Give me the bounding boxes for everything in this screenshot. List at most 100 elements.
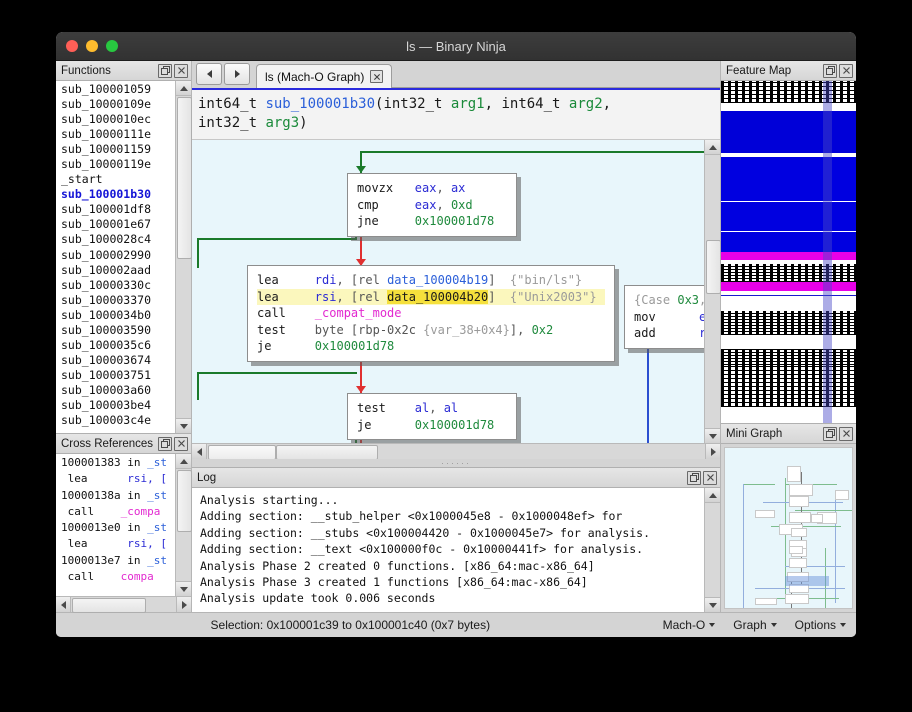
function-list-item[interactable]: sub_100003c4e	[56, 413, 175, 428]
scroll-down-icon[interactable]	[705, 428, 720, 443]
instruction-row[interactable]: je 0x100001d78	[257, 338, 605, 355]
instruction-row[interactable]: lea rdi, [rel data_100004b19] {"bin/ls"}	[257, 272, 605, 289]
graph-hscrollbar[interactable]	[192, 443, 720, 459]
disassembly-graph-view[interactable]: movzx eax, axcmp eax, 0xdjne 0x100001d78…	[192, 140, 704, 443]
scrollbar-thumb[interactable]	[177, 97, 192, 259]
scrollbar-thumb[interactable]	[706, 240, 721, 294]
xref-address-row[interactable]: 100001383 in _st	[56, 455, 175, 471]
function-list-item[interactable]: sub_10000330c	[56, 278, 175, 293]
scrollbar-thumb[interactable]	[276, 445, 378, 460]
statusbar-menu-options[interactable]: Options	[795, 618, 846, 632]
function-list-item[interactable]: sub_10000111e	[56, 127, 175, 142]
xref-instruction-row[interactable]: call compa	[56, 569, 175, 585]
log-scrollbar[interactable]	[704, 488, 720, 612]
function-list-item[interactable]: sub_100001b30	[56, 187, 175, 202]
instruction-row[interactable]: movzx eax, ax	[357, 180, 507, 197]
function-list-item[interactable]: sub_10000119e	[56, 157, 175, 172]
xrefs-scrollbar[interactable]	[175, 454, 191, 596]
scroll-up-icon[interactable]	[176, 81, 191, 96]
feature-map-cursor[interactable]	[823, 81, 832, 423]
function-list-item[interactable]: sub_10000109e	[56, 97, 175, 112]
block-entry[interactable]: movzx eax, axcmp eax, 0xdjne 0x100001d78	[347, 173, 517, 237]
scrollbar-thumb[interactable]	[177, 470, 192, 532]
detach-icon[interactable]	[158, 437, 172, 451]
close-icon[interactable]	[174, 437, 188, 451]
xref-instruction-row[interactable]: lea rsi, [	[56, 536, 175, 552]
block-test-al[interactable]: test al, alje 0x100001d78	[347, 393, 517, 440]
detach-icon[interactable]	[687, 471, 701, 485]
scroll-up-icon[interactable]	[705, 488, 720, 503]
instruction-row[interactable]: test byte [rbp-0x2c {var_38+0x4}], 0x2	[257, 322, 605, 339]
instruction-row[interactable]: test al, al	[357, 400, 507, 417]
detach-icon[interactable]	[158, 64, 172, 78]
close-icon[interactable]	[174, 64, 188, 78]
statusbar-menu-graph[interactable]: Graph	[733, 618, 776, 632]
xref-instruction-row[interactable]: lea rsi, [	[56, 471, 175, 487]
function-list-item[interactable]: sub_100001059	[56, 82, 175, 97]
instruction-row[interactable]: add r1	[634, 325, 704, 342]
function-list-item[interactable]: sub_100003674	[56, 353, 175, 368]
instruction-row[interactable]: lea rsi, [rel data_100004b20] {"Unix2003…	[257, 289, 605, 306]
function-list-item[interactable]: sub_100003a60	[56, 383, 175, 398]
scroll-down-icon[interactable]	[705, 597, 720, 612]
scroll-right-icon[interactable]	[705, 444, 720, 459]
instruction-row[interactable]: mov ed	[634, 309, 704, 326]
log-text[interactable]: Analysis starting...Adding section: __st…	[192, 488, 704, 612]
detach-icon[interactable]	[823, 64, 837, 78]
scroll-left-icon[interactable]	[56, 597, 71, 612]
close-icon[interactable]	[703, 471, 717, 485]
scroll-down-icon[interactable]	[176, 418, 191, 433]
xref-instruction-row[interactable]: call _compa	[56, 504, 175, 520]
function-list-item[interactable]: sub_100003be4	[56, 398, 175, 413]
splitter-handle[interactable]: ······	[192, 459, 720, 467]
nav-back-button[interactable]	[196, 63, 222, 85]
function-list-item[interactable]: sub_1000034b0	[56, 308, 175, 323]
functions-scrollbar[interactable]	[175, 81, 191, 433]
function-list-item[interactable]: sub_1000010ec	[56, 112, 175, 127]
nav-forward-button[interactable]	[224, 63, 250, 85]
scroll-left-icon[interactable]	[192, 444, 207, 459]
close-icon[interactable]	[370, 70, 383, 83]
xref-address-row[interactable]: 10000138a in _st	[56, 488, 175, 504]
close-icon[interactable]	[839, 64, 853, 78]
block-case-partial[interactable]: {Case 0x3,mov edadd r1	[624, 285, 704, 349]
mini-graph-viewport[interactable]	[785, 576, 829, 586]
function-list-item[interactable]: sub_100001159	[56, 142, 175, 157]
scroll-up-icon[interactable]	[705, 140, 720, 155]
function-list-item[interactable]: sub_1000028c4	[56, 232, 175, 247]
block-compat-mode[interactable]: lea rdi, [rel data_100004b19] {"bin/ls"}…	[247, 265, 615, 362]
minimize-button[interactable]	[86, 40, 98, 52]
scroll-up-icon[interactable]	[176, 454, 191, 469]
graph-vscrollbar[interactable]	[704, 140, 720, 443]
mini-graph[interactable]	[724, 447, 853, 609]
function-list-item[interactable]: sub_1000035c6	[56, 338, 175, 353]
close-button[interactable]	[66, 40, 78, 52]
scroll-down-icon[interactable]	[176, 581, 191, 596]
instruction-row[interactable]: call _compat_mode	[257, 305, 605, 322]
instruction-row[interactable]: je 0x100001d78	[357, 417, 507, 434]
xref-address-row[interactable]: 1000013e0 in _st	[56, 520, 175, 536]
function-list-item[interactable]: sub_100003751	[56, 368, 175, 383]
statusbar-menu-macho[interactable]: Mach-O	[663, 618, 716, 632]
zoom-button[interactable]	[106, 40, 118, 52]
scrollbar-track-left[interactable]	[208, 445, 276, 460]
function-list-item[interactable]: sub_100003590	[56, 323, 175, 338]
instruction-row[interactable]: jne 0x100001d78	[357, 213, 507, 230]
xref-address-row[interactable]: 1000013e7 in _st	[56, 553, 175, 569]
function-list-item[interactable]: sub_100002aad	[56, 263, 175, 278]
xrefs-list[interactable]: 100001383 in _st lea rsi, [10000138a in …	[56, 454, 175, 596]
scroll-right-icon[interactable]	[176, 597, 191, 612]
close-icon[interactable]	[839, 427, 853, 441]
detach-icon[interactable]	[823, 427, 837, 441]
xrefs-hscrollbar[interactable]	[56, 596, 191, 612]
function-list-item[interactable]: sub_100002990	[56, 248, 175, 263]
function-list-item[interactable]: _start	[56, 172, 175, 187]
instruction-row[interactable]: cmp eax, 0xd	[357, 197, 507, 214]
tab-ls-macho-graph[interactable]: ls (Mach-O Graph)	[256, 64, 392, 88]
feature-map[interactable]	[721, 81, 856, 423]
function-list-item[interactable]: sub_100003370	[56, 293, 175, 308]
functions-list[interactable]: sub_100001059sub_10000109esub_1000010ecs…	[56, 81, 175, 433]
function-list-item[interactable]: sub_100001df8	[56, 202, 175, 217]
scrollbar-thumb[interactable]	[72, 598, 146, 613]
function-list-item[interactable]: sub_100001e67	[56, 217, 175, 232]
